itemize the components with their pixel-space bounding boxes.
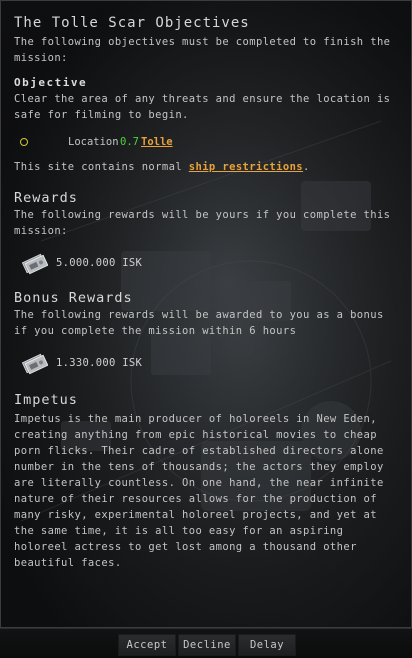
restrictions-suffix: .: [303, 161, 310, 173]
objective-heading: Objective: [14, 76, 88, 89]
window-title: The Tolle Scar Objectives: [14, 15, 250, 31]
rewards-text: The following rewards will be yours if y…: [14, 209, 391, 237]
reward-row: 5.000.000 ISK: [14, 249, 399, 281]
bonus-rewards-heading: Bonus Rewards: [14, 290, 133, 306]
decline-button[interactable]: Decline: [178, 634, 236, 656]
bonus-rewards-text: The following rewards will be awarded to…: [14, 309, 384, 337]
mission-window: The Tolle Scar Objectives The following …: [0, 0, 412, 628]
agent-corp-description: Impetus is the main producer of holoreel…: [14, 413, 384, 569]
system-link-tolle[interactable]: Tolle: [141, 131, 173, 153]
restrictions-prefix: This site contains normal: [14, 161, 189, 173]
ship-restrictions-link[interactable]: ship restrictions: [189, 161, 303, 173]
rewards-heading: Rewards: [14, 190, 78, 206]
button-bar: Accept Decline Delay: [0, 628, 412, 658]
bonus-reward-row: 1.330.000 ISK: [14, 349, 399, 381]
restrictions-line: This site contains normal ship restricti…: [14, 159, 399, 175]
isk-banknote-icon: [21, 353, 48, 375]
security-status: 0.7: [120, 136, 139, 148]
location-row: Location 0.7 Tolle: [14, 131, 399, 153]
reward-amount: 5.000.000 ISK: [56, 257, 143, 269]
intro-text: The following objectives must be complet…: [14, 36, 391, 64]
bonus-reward-amount: 1.330.000 ISK: [56, 357, 143, 369]
delay-button[interactable]: Delay: [238, 634, 296, 656]
isk-banknote-icon: [21, 253, 48, 275]
agent-corp-heading: Impetus: [14, 392, 78, 408]
accept-button[interactable]: Accept: [118, 634, 176, 656]
objective-text: Clear the area of any threats and ensure…: [14, 93, 391, 121]
mission-content: The Tolle Scar Objectives The following …: [14, 13, 399, 571]
location-circle-icon: [20, 138, 28, 146]
location-label: Location: [68, 136, 119, 148]
